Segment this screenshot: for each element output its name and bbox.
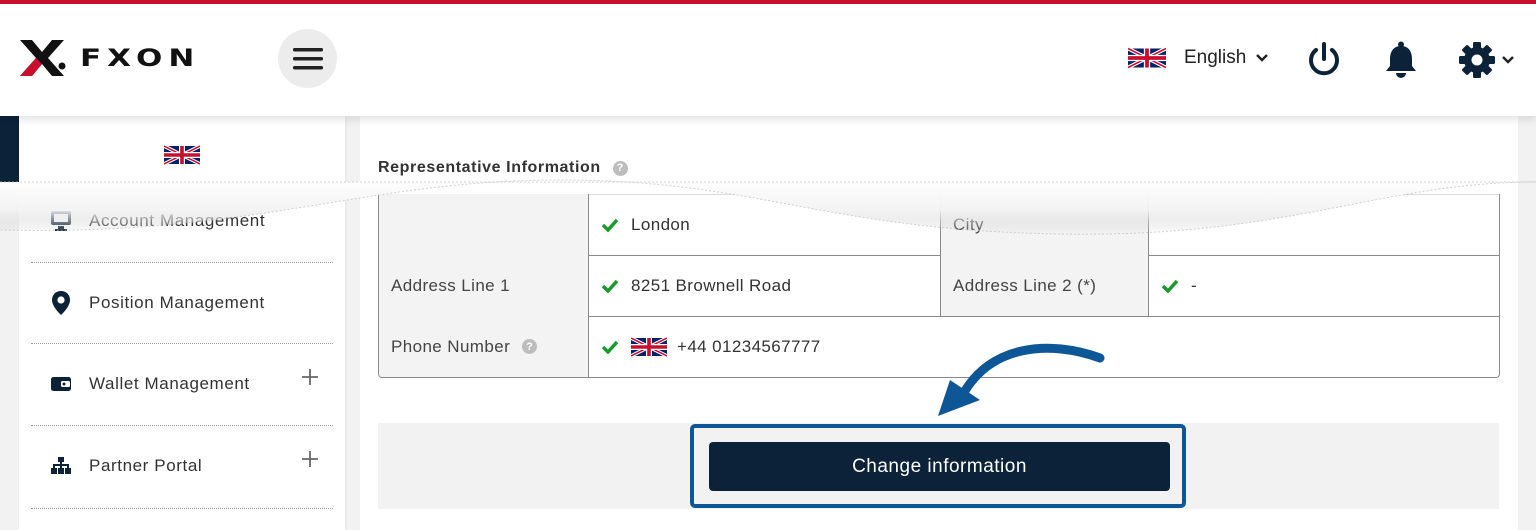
uk-flag-icon: [163, 144, 201, 166]
check-icon: [1161, 279, 1179, 293]
menu-toggle-button[interactable]: [278, 29, 337, 88]
sitemap-icon: [45, 456, 77, 476]
check-icon: [601, 279, 619, 293]
sidebar-language-flag[interactable]: [163, 144, 201, 171]
language-label: English: [1184, 47, 1247, 68]
change-information-button[interactable]: Change information: [709, 442, 1170, 491]
sidebar-accent-tab: [0, 116, 19, 182]
sidebar: Account Management Position Management W…: [19, 116, 345, 530]
help-icon[interactable]: ?: [522, 339, 538, 354]
table-label-cell: Phone Number ?: [379, 316, 588, 377]
sidebar-item-label: Wallet Management: [89, 374, 250, 393]
table-value-cell: London: [588, 194, 940, 255]
pointer-arrow-icon: [938, 343, 1105, 416]
sidebar-item-label: Position Management: [89, 293, 265, 312]
uk-flag-icon: [1128, 46, 1166, 70]
uk-flag-icon: [631, 335, 667, 358]
sidebar-item-wallet-management[interactable]: Wallet Management: [31, 344, 333, 424]
plus-icon[interactable]: [301, 450, 319, 468]
table-value-cell: -: [1148, 255, 1499, 316]
sidebar-divider: [31, 508, 333, 509]
table-label-cell: City: [940, 194, 1148, 255]
phone-number-label: Phone Number: [391, 336, 511, 356]
help-icon[interactable]: ?: [612, 160, 628, 176]
brand-name: FXON: [80, 43, 201, 73]
table-value-cell: [1148, 194, 1499, 255]
section-title-text: Representative Information: [378, 159, 601, 176]
monitor-icon: [45, 210, 77, 232]
table-row: Address Line 1 8251 Brownell Road Addres…: [379, 255, 1499, 317]
check-icon: [601, 218, 619, 232]
chevron-down-icon: [1502, 56, 1514, 64]
city-value: London: [631, 214, 691, 234]
language-selector[interactable]: English: [1128, 46, 1269, 70]
plus-icon[interactable]: [301, 368, 319, 386]
settings-menu-button[interactable]: [1458, 41, 1514, 79]
location-pin-icon: [45, 290, 77, 316]
sidebar-item-partner-portal[interactable]: Partner Portal: [31, 426, 333, 506]
logo-mark-icon: [20, 40, 66, 76]
table-value-cell: 8251 Brownell Road: [588, 255, 940, 316]
sidebar-item-position-management[interactable]: Position Management: [31, 263, 333, 343]
address-line-1-value: 8251 Brownell Road: [631, 275, 792, 295]
table-label-cell: [379, 194, 588, 255]
hamburger-menu-icon: [292, 47, 323, 69]
gear-icon: [1459, 42, 1495, 78]
phone-number-value: +44 01234567777: [677, 336, 821, 356]
sidebar-item-label: Partner Portal: [89, 456, 203, 475]
table-label-cell: Address Line 1: [379, 255, 588, 316]
sidebar-item-label: Account Management: [89, 211, 266, 230]
chevron-down-icon: [1256, 54, 1269, 62]
wallet-icon: [45, 375, 77, 393]
bell-icon: [1386, 41, 1416, 78]
table-label-cell: Address Line 2 (*): [940, 255, 1148, 316]
logout-button[interactable]: [1306, 41, 1342, 84]
power-icon: [1309, 42, 1339, 76]
check-icon: [601, 340, 619, 354]
notifications-button[interactable]: [1384, 41, 1418, 84]
table-row: London City: [379, 194, 1499, 256]
section-title: Representative Information ?: [378, 159, 628, 177]
fxon-logo[interactable]: FXON: [18, 38, 200, 78]
address-line-2-value: -: [1191, 275, 1198, 295]
sidebar-item-account-management[interactable]: Account Management: [31, 181, 333, 261]
top-header: FXON English: [0, 4, 1536, 116]
